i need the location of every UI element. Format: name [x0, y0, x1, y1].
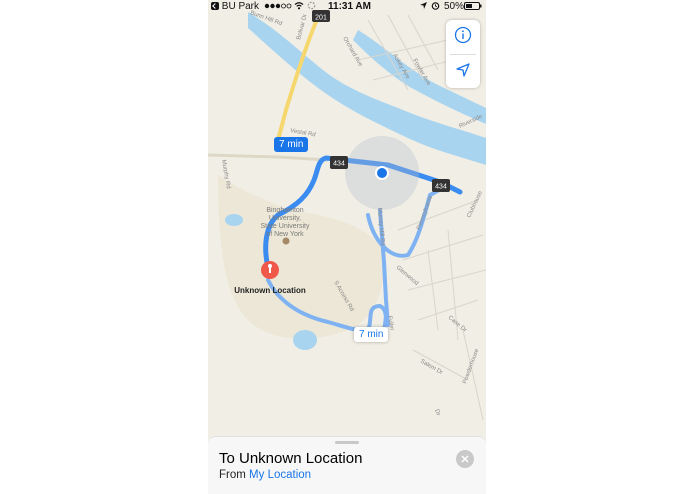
sheet-grabber[interactable] [335, 441, 359, 444]
svg-text:434: 434 [333, 161, 345, 168]
location-arrow-icon [419, 1, 428, 13]
svg-text:201: 201 [315, 15, 327, 22]
destination-pin-icon[interactable] [261, 261, 279, 279]
campus-label: Binghamton University, State University … [260, 207, 310, 238]
svg-text:State University: State University [260, 223, 310, 230]
route-time-label-alt[interactable]: 7 min [354, 327, 389, 342]
svg-text:of New York: of New York [266, 231, 304, 238]
svg-text:Binghamton: Binghamton [266, 207, 303, 214]
phone-screen: 201 434 434 Bunn Hill Rd Bolivar Dr Orch… [208, 0, 486, 494]
status-bar: BU Park 11:31 AM 50% [208, 0, 486, 15]
map-view[interactable]: 201 434 434 Bunn Hill Rd Bolivar Dr Orch… [208, 0, 486, 494]
pond [293, 330, 317, 350]
info-icon [454, 26, 472, 49]
close-button[interactable] [456, 450, 474, 468]
route-shield-434: 434 [330, 156, 348, 169]
wifi-icon [294, 1, 304, 13]
info-button[interactable] [446, 20, 480, 54]
battery-percent: 50% [444, 1, 465, 12]
directions-origin: From My Location [219, 469, 311, 481]
pond [225, 214, 243, 226]
track-location-button[interactable] [446, 55, 480, 89]
campus-poi-icon [282, 237, 290, 245]
svg-text:434: 434 [435, 184, 447, 191]
route-shield-434: 434 [432, 179, 450, 192]
user-location-dot[interactable] [377, 168, 387, 178]
destination-label: Unknown Location [234, 286, 306, 295]
alarm-icon [431, 1, 440, 13]
directions-title: To Unknown Location [219, 450, 363, 467]
activity-spinner-icon [307, 1, 316, 13]
back-app-name: BU Park [221, 1, 260, 12]
origin-prefix: From [219, 469, 246, 481]
location-arrow-icon [455, 62, 471, 83]
status-time: 11:31 AM [328, 1, 371, 12]
origin-link[interactable]: My Location [249, 469, 311, 481]
signal-dots-icon [264, 2, 292, 13]
route-time-label-main[interactable]: 7 min [274, 137, 309, 152]
directions-card[interactable]: To Unknown Location From My Location [208, 436, 486, 494]
close-icon [461, 450, 469, 468]
map-controls [446, 20, 480, 88]
back-to-app[interactable]: BU Park [211, 1, 259, 12]
back-arrow-icon [211, 2, 219, 10]
battery-icon [464, 2, 482, 13]
svg-text:University,: University, [269, 215, 301, 222]
